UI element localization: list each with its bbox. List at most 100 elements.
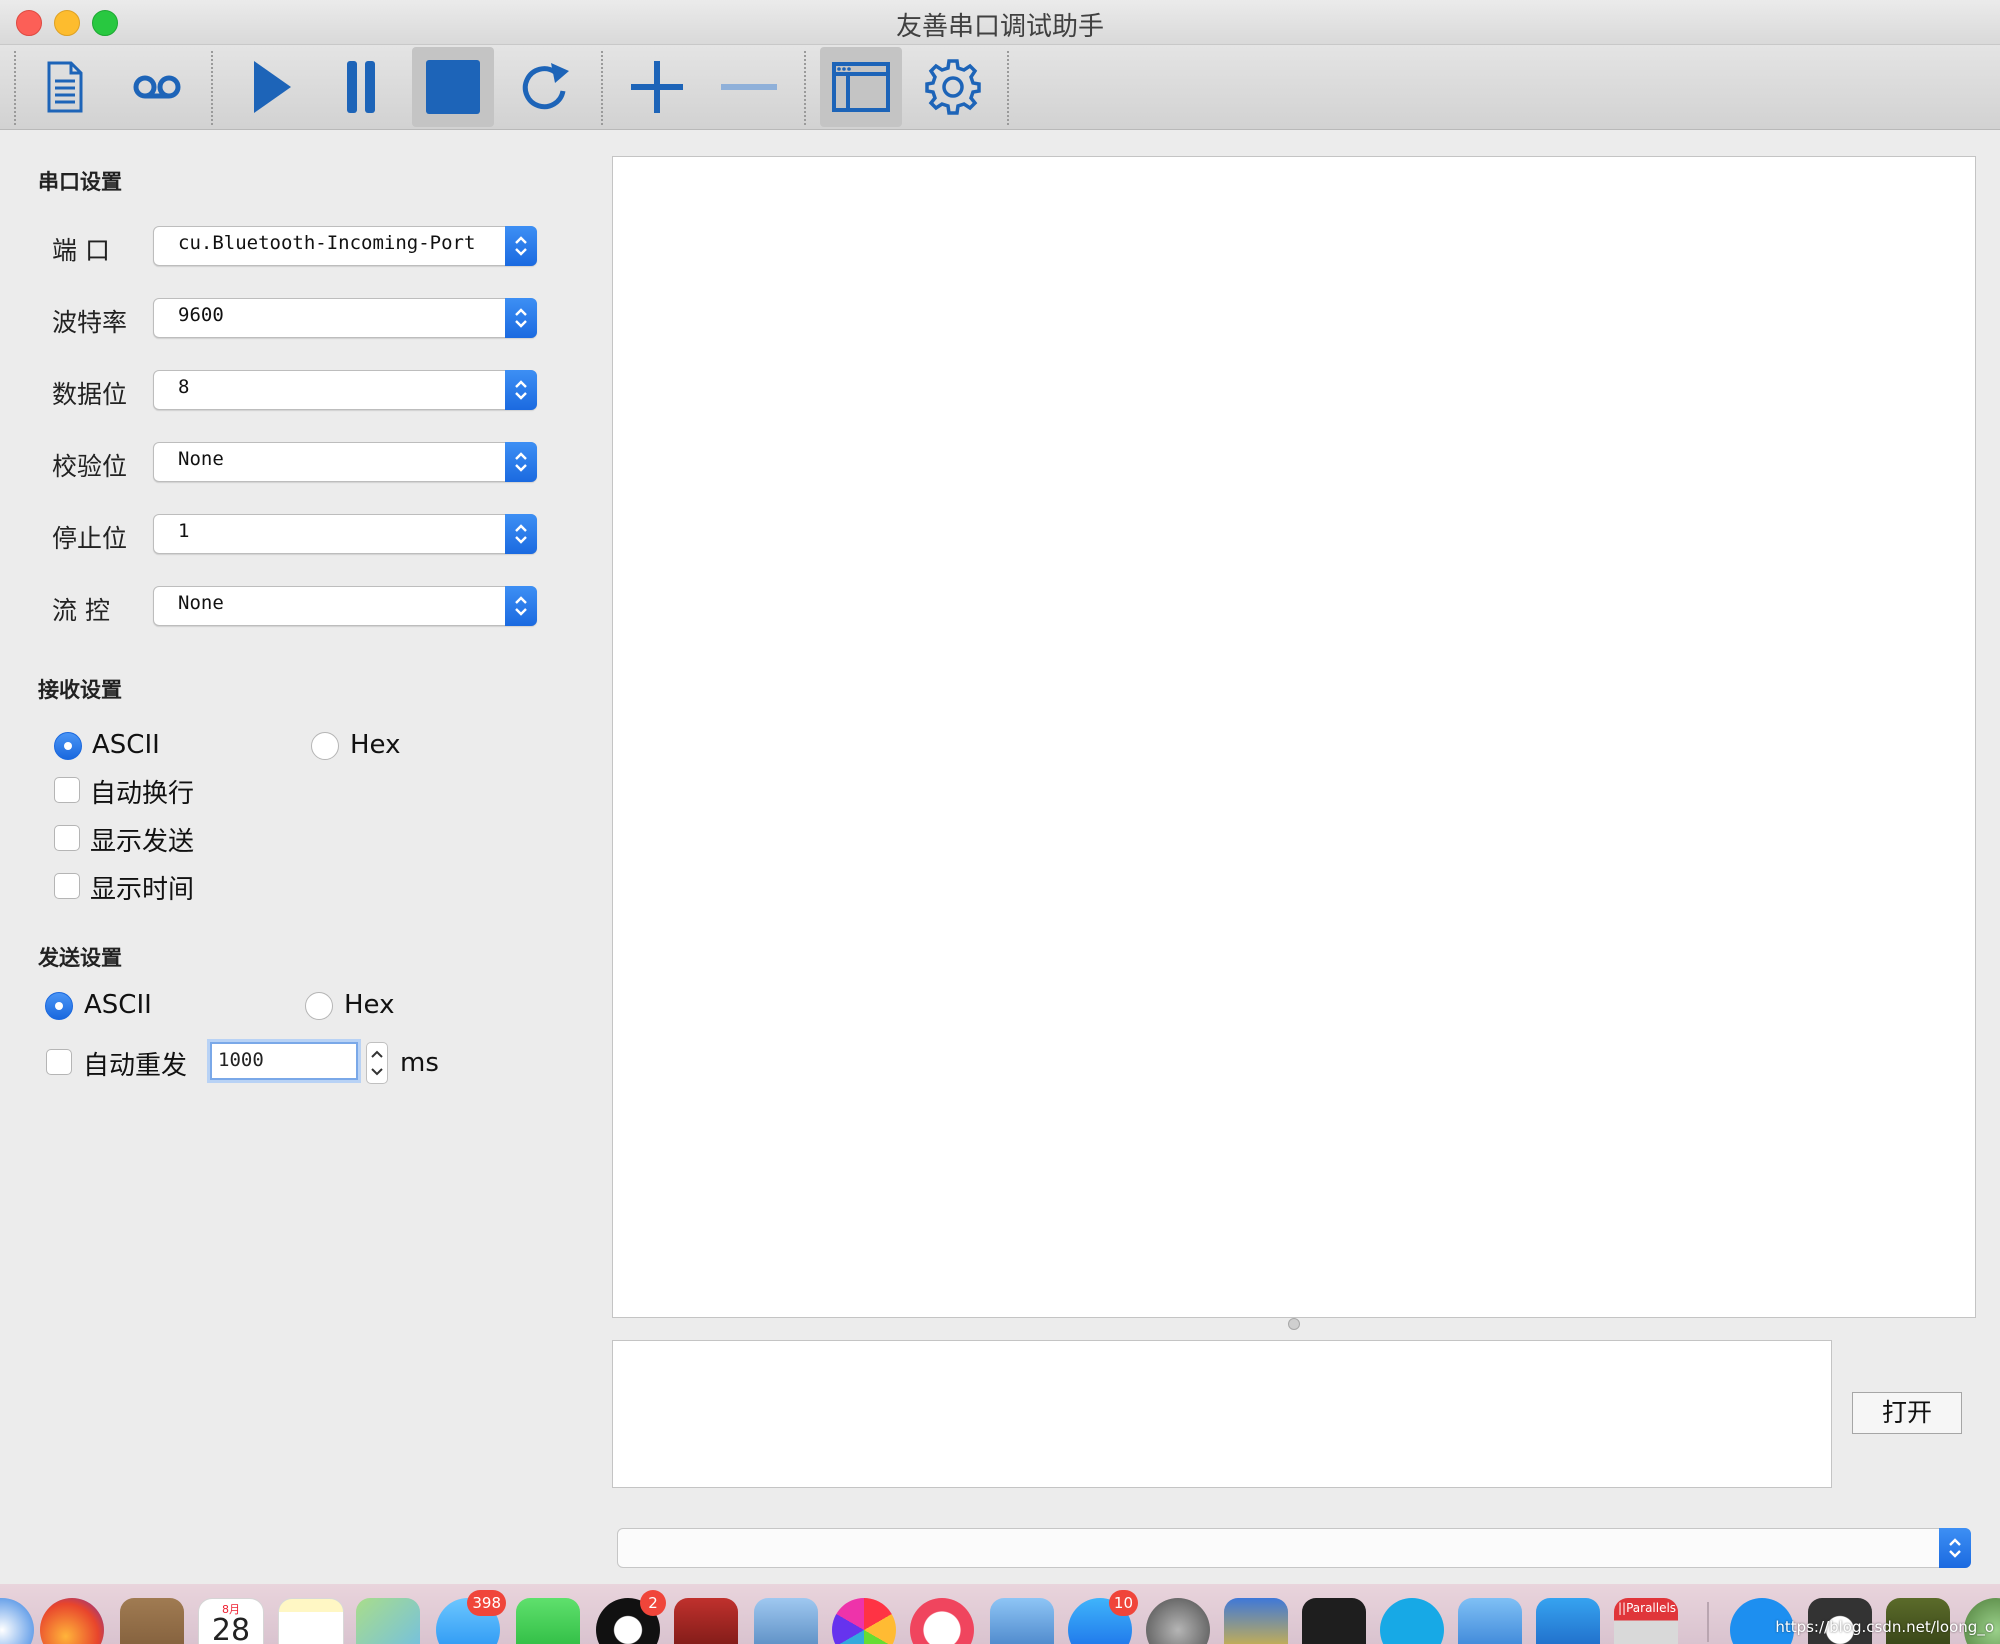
receive-text-area[interactable] xyxy=(612,156,1976,1318)
dock-divider xyxy=(1707,1602,1709,1642)
contacts-icon[interactable] xyxy=(120,1598,184,1644)
flow-control-value: None xyxy=(178,592,224,614)
parity-value: None xyxy=(178,448,224,470)
show-sent-checkbox[interactable] xyxy=(54,825,80,851)
show-time-checkbox[interactable] xyxy=(54,873,80,899)
port-select[interactable]: cu.Bluetooth-Incoming-Port xyxy=(153,226,537,266)
interval-unit-label: ms xyxy=(400,1048,439,1078)
chevron-up-down-icon xyxy=(505,370,537,410)
refresh-icon xyxy=(522,63,569,110)
messages-badge: 398 xyxy=(467,1590,506,1616)
resend-interval-value: 1000 xyxy=(218,1049,264,1071)
record-button[interactable] xyxy=(116,47,198,127)
skype-icon[interactable] xyxy=(1380,1598,1444,1644)
app-store-icon[interactable]: 10 xyxy=(1068,1590,1138,1644)
preview-icon[interactable] xyxy=(754,1598,818,1644)
auto-wrap-label: 自动换行 xyxy=(90,779,195,809)
remove-button[interactable] xyxy=(708,47,790,127)
resend-interval-stepper[interactable] xyxy=(366,1042,388,1084)
voicemail-icon xyxy=(133,75,181,99)
send-ascii-radio[interactable] xyxy=(45,992,73,1020)
send-text-area[interactable] xyxy=(612,1340,1832,1488)
terminal-icon[interactable] xyxy=(1302,1598,1366,1644)
receive-hex-radio[interactable] xyxy=(311,732,339,760)
watermark-url: https://blog.csdn.net/loong_o xyxy=(1775,1618,1994,1636)
send-hex-radio[interactable] xyxy=(305,992,333,1020)
chevron-up-down-icon xyxy=(1939,1528,1971,1568)
launchpad-icon[interactable] xyxy=(1224,1598,1288,1644)
flow-control-label: 流 控 xyxy=(52,596,110,625)
baud-rate-select[interactable]: 9600 xyxy=(153,298,537,338)
toolbar-separator xyxy=(804,51,806,125)
data-bits-select[interactable]: 8 xyxy=(153,370,537,410)
start-button[interactable] xyxy=(228,47,310,127)
baud-rate-label: 波特率 xyxy=(52,308,128,337)
parity-select[interactable]: None xyxy=(153,442,537,482)
play-icon xyxy=(254,61,291,113)
stop-icon xyxy=(426,60,480,114)
dock: 8月 28 398 2 10 ||Parallels https://blog.… xyxy=(0,1584,2000,1644)
facetime-icon[interactable] xyxy=(516,1598,580,1644)
itunes-icon[interactable] xyxy=(910,1598,974,1644)
vscode-icon[interactable] xyxy=(1536,1598,1600,1644)
resend-interval-input[interactable]: 1000 xyxy=(210,1042,358,1080)
toggle-window-button[interactable] xyxy=(820,47,902,127)
xcode-icon[interactable] xyxy=(1458,1598,1522,1644)
stepper-arrows-icon xyxy=(371,1050,383,1076)
safari-icon[interactable] xyxy=(0,1598,34,1644)
stop-bits-value: 1 xyxy=(178,520,190,542)
app-store-badge: 10 xyxy=(1108,1590,1138,1616)
port-value: cu.Bluetooth-Incoming-Port xyxy=(178,232,476,254)
image-capture-icon[interactable] xyxy=(990,1598,1054,1644)
title-bar: 友善串口调试助手 xyxy=(0,0,2000,45)
pause-button[interactable] xyxy=(320,47,402,127)
splitter-handle[interactable] xyxy=(1288,1318,1300,1330)
qq-badge: 2 xyxy=(640,1590,666,1616)
toolbar xyxy=(0,45,2000,130)
history-combo[interactable] xyxy=(617,1528,1971,1568)
toolbar-separator xyxy=(1007,51,1009,125)
window-icon xyxy=(832,62,890,112)
messages-icon[interactable]: 398 xyxy=(436,1590,506,1644)
calendar-day: 28 xyxy=(211,1613,251,1644)
firefox-icon[interactable] xyxy=(40,1598,104,1644)
maps-icon[interactable] xyxy=(356,1598,420,1644)
chevron-up-down-icon xyxy=(505,226,537,266)
parallels-icon[interactable]: ||Parallels xyxy=(1614,1598,1678,1644)
send-ascii-label: ASCII xyxy=(84,990,152,1020)
baud-rate-value: 9600 xyxy=(178,304,224,326)
log-file-button[interactable] xyxy=(24,47,106,127)
notes-icon[interactable] xyxy=(278,1598,344,1644)
send-settings-title: 发送设置 xyxy=(38,946,122,970)
refresh-button[interactable] xyxy=(504,47,586,127)
stop-bits-label: 停止位 xyxy=(52,524,128,553)
minus-icon xyxy=(721,84,777,90)
auto-wrap-checkbox[interactable] xyxy=(54,777,80,803)
toolbar-separator xyxy=(601,51,603,125)
receive-ascii-radio[interactable] xyxy=(54,732,82,760)
receive-settings-title: 接收设置 xyxy=(38,678,122,702)
auto-resend-label: 自动重发 xyxy=(83,1051,188,1081)
system-preferences-icon[interactable] xyxy=(1146,1598,1210,1644)
qq-icon[interactable]: 2 xyxy=(596,1590,666,1644)
port-label: 端 口 xyxy=(52,236,110,265)
gear-icon xyxy=(925,59,981,115)
send-hex-label: Hex xyxy=(344,990,395,1020)
calendar-icon[interactable]: 8月 28 xyxy=(198,1598,264,1644)
photo-booth-icon[interactable] xyxy=(674,1598,738,1644)
parity-label: 校验位 xyxy=(52,452,128,481)
flow-control-select[interactable]: None xyxy=(153,586,537,626)
chevron-up-down-icon xyxy=(505,514,537,554)
open-button[interactable]: 打开 xyxy=(1852,1392,1962,1434)
add-button[interactable] xyxy=(616,47,698,127)
stop-bits-select[interactable]: 1 xyxy=(153,514,537,554)
auto-resend-checkbox[interactable] xyxy=(46,1049,72,1075)
settings-button[interactable] xyxy=(912,47,994,127)
pause-icon xyxy=(347,61,375,113)
toolbar-separator xyxy=(14,51,16,125)
receive-ascii-label: ASCII xyxy=(92,730,160,760)
stop-button[interactable] xyxy=(412,47,494,127)
show-sent-label: 显示发送 xyxy=(90,827,195,857)
chevron-up-down-icon xyxy=(505,586,537,626)
photos-icon[interactable] xyxy=(832,1598,896,1644)
